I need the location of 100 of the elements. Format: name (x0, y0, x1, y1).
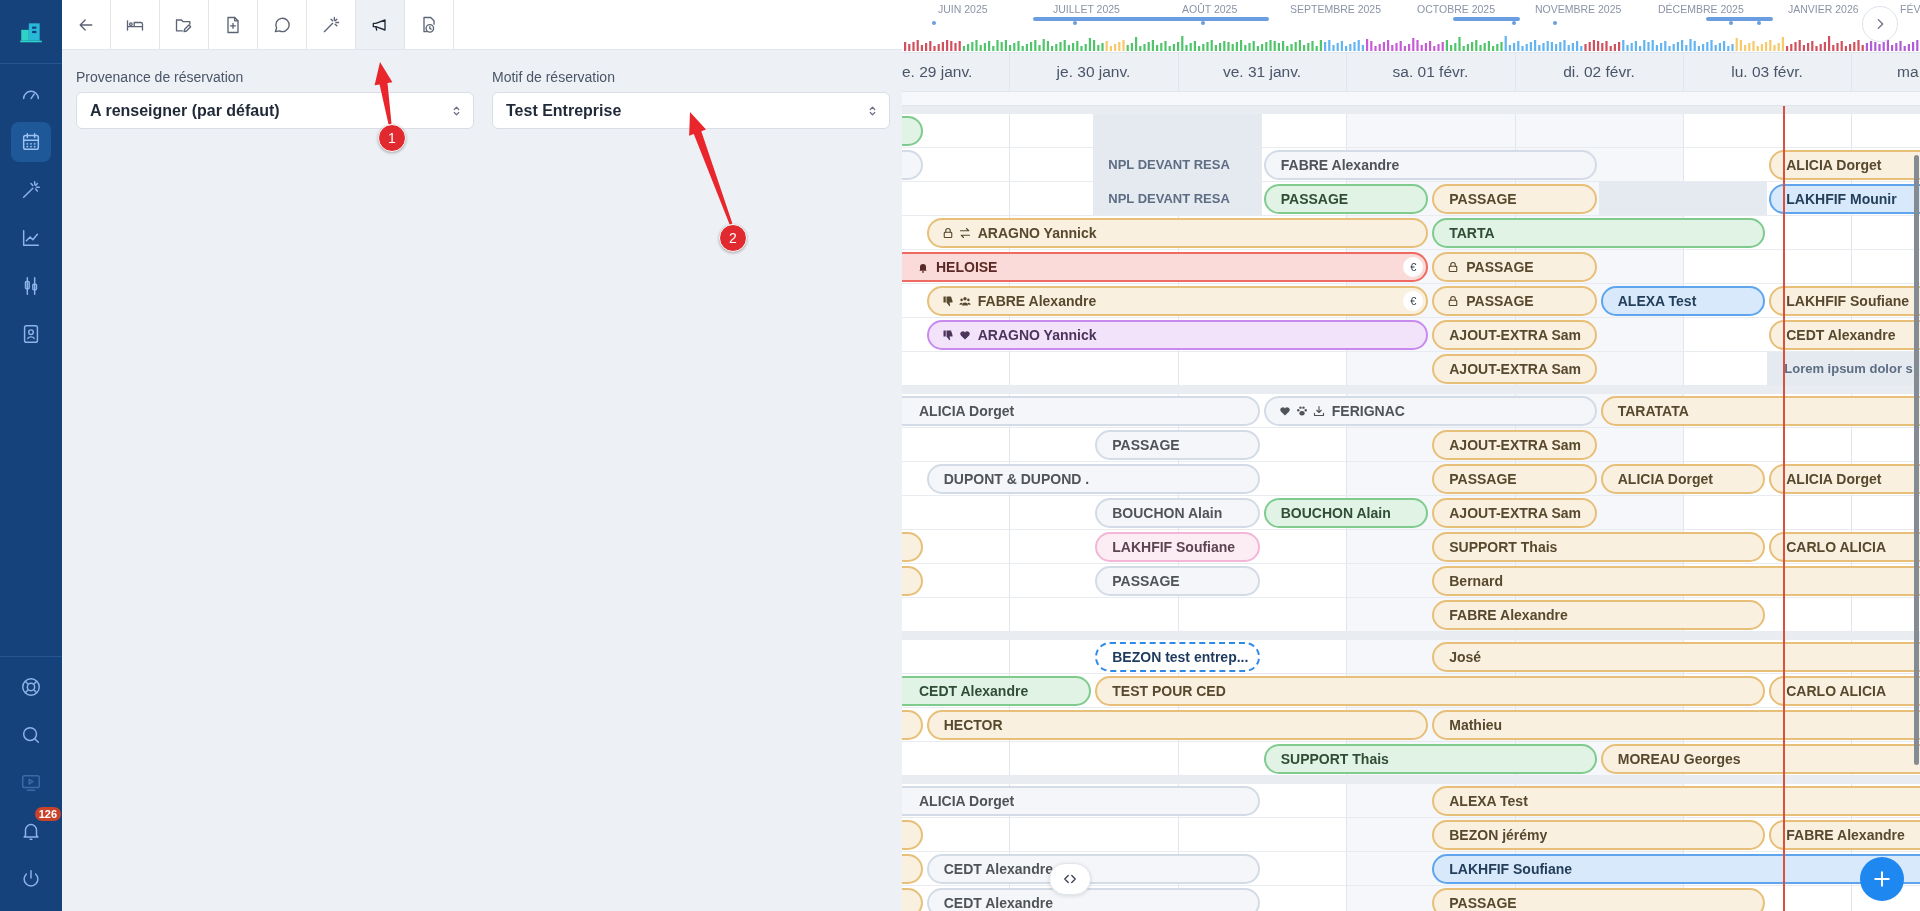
booking-bar[interactable]: HECTOR (926, 710, 1429, 740)
booking-bar[interactable]: ALICIA Dorget (1769, 464, 1920, 494)
select-field[interactable]: Test Entreprise (492, 92, 890, 129)
booking-bar[interactable]: ARAGNO Yannick (926, 218, 1429, 248)
booking-bar[interactable]: CEDT Alexandre (926, 854, 1260, 884)
booking-bar[interactable]: TARTA (1432, 218, 1766, 248)
guest-name: PASSAGE (1112, 437, 1180, 453)
guest-name: DUPONT & DUPOND . (943, 471, 1090, 487)
booking-bar[interactable]: CEDT Alexandre (926, 888, 1260, 911)
guest-name: ALICIA Dorget (1617, 471, 1713, 487)
booking-bar[interactable]: BOUCHON Alain (1095, 498, 1260, 528)
day-header: lu. 03 févr. (1730, 63, 1804, 81)
booking-bar[interactable]: SUPPORT Thais (1432, 532, 1766, 562)
booking-bar[interactable]: FABRE Alexandre (1769, 820, 1920, 850)
guest-name: AJOUT-EXTRA Sam (1449, 505, 1581, 521)
booking-bar[interactable]: LAKHFIF Soufiane (1095, 532, 1260, 562)
guest-name: SUPPORT Thais (1449, 539, 1558, 555)
guest-name: ALICIA Dorget (1786, 471, 1882, 487)
booking-bar[interactable]: FABRE Alexandre (1432, 600, 1766, 630)
booking-bar[interactable]: MOREAU Georges (1600, 744, 1920, 774)
booking-bar[interactable]: LAKHFIF Soufiane (1769, 286, 1920, 316)
booking-bar[interactable]: CARLO ALICIA (1769, 532, 1920, 562)
booking-bar[interactable]: José (1432, 642, 1920, 672)
guest-name: MOREAU Georges (1617, 751, 1741, 767)
guest-name: FERIGNAC (1331, 403, 1405, 419)
booking-bar[interactable]: AJOUT-EXTRA Sam (1432, 320, 1597, 350)
guest-name: ARAGNO Yannick (977, 327, 1097, 343)
guest-name: FABRE Alexandre (1449, 607, 1568, 623)
booking-bar[interactable]: PASSAGE (1095, 566, 1260, 596)
booking-bar[interactable]: LAKHFIF Soufiane (1432, 854, 1920, 884)
booking-bar[interactable]: ARAGNO Yannick (926, 320, 1429, 350)
guest-name: AJOUT-EXTRA Sam (1449, 437, 1581, 453)
guest-name: FABRE Alexandre (1786, 827, 1905, 843)
day-header: sa. 01 févr. (1391, 63, 1470, 81)
payment-badge: € (1403, 291, 1424, 311)
booking-bar[interactable]: CARLO ALICIA (1769, 676, 1920, 706)
guest-name: José (1449, 649, 1482, 665)
day-header: ve. 31 janv. (1221, 63, 1303, 81)
guest-name: PASSAGE (1280, 191, 1349, 207)
notification-count: 126 (34, 807, 61, 821)
booking-bar[interactable]: SUPPORT Thais (1263, 744, 1597, 774)
booking-bar[interactable]: CEDT Alexandre (1769, 320, 1920, 350)
booking-bar[interactable]: ALICIA Dorget (1600, 464, 1766, 494)
guest-name: ALEXA Test (1449, 793, 1528, 809)
guest-name: PASSAGE (1112, 573, 1180, 589)
booking-bar[interactable]: AJOUT-EXTRA Sam (1432, 498, 1597, 528)
booking-bar[interactable]: FABRE Alexandre (1263, 150, 1597, 180)
guest-name: PASSAGE (1466, 259, 1534, 275)
booking-bar[interactable]: FERIGNAC (1263, 396, 1597, 426)
day-header: je. 30 janv. (1055, 63, 1132, 81)
guest-name: CEDT Alexandre (943, 861, 1053, 877)
booking-bar[interactable]: BEZON jérémy (1432, 820, 1766, 850)
booking-bar[interactable]: Bernard (1432, 566, 1920, 596)
booking-bar[interactable]: ALICIA Dorget (1769, 150, 1920, 180)
booking-bar[interactable]: FABRE Alexandre € (926, 286, 1429, 316)
booking-bar[interactable]: AJOUT-EXTRA Sam (1432, 354, 1597, 384)
guest-name: CARLO ALICIA (1786, 683, 1887, 699)
booking-bar[interactable]: PASSAGE (1432, 286, 1597, 316)
guest-name: PASSAGE (1449, 471, 1517, 487)
day-header: ma (1897, 63, 1919, 81)
day-header: di. 02 févr. (1562, 63, 1636, 81)
guest-name: TEST POUR CED (1112, 683, 1226, 699)
guest-name: FABRE Alexandre (1280, 157, 1400, 173)
booking-bar[interactable]: ALEXA Test (1600, 286, 1766, 316)
guest-name: CEDT Alexandre (1786, 327, 1896, 343)
booking-bar[interactable]: AJOUT-EXTRA Sam (1432, 430, 1597, 460)
guest-name: LAKHFIF Soufiane (1112, 539, 1236, 555)
booking-bar[interactable]: PASSAGE (1432, 464, 1597, 494)
day-header: e. 29 janv. (902, 63, 974, 81)
booking-bar[interactable]: PASSAGE (1263, 184, 1429, 214)
guest-name: CARLO ALICIA (1786, 539, 1887, 555)
booking-bar[interactable]: BOUCHON Alain (1263, 498, 1429, 528)
booking-bar[interactable]: DUPONT & DUPOND . (926, 464, 1260, 494)
guest-name: ALICIA Dorget (919, 793, 1015, 809)
guest-name: PASSAGE (1449, 191, 1517, 207)
booking-bar[interactable]: ALICIA Dorget (902, 396, 1260, 426)
guest-name: LAKHFIF Mounir (1786, 191, 1897, 207)
booking-bar[interactable]: PASSAGE (1432, 184, 1597, 214)
booking-bar[interactable]: HELOISE € (902, 252, 1429, 282)
guest-name: CEDT Alexandre (943, 895, 1053, 911)
guest-name: BOUCHON Alain (1280, 505, 1391, 521)
guest-name: ALICIA Dorget (1786, 157, 1882, 173)
booking-bar[interactable]: TEST POUR CED (1095, 676, 1766, 706)
booking-bar[interactable]: ALEXA Test (1432, 786, 1920, 816)
booking-bar[interactable]: ALICIA Dorget (902, 786, 1260, 816)
guest-name: Mathieu (1449, 717, 1503, 733)
field-label: Motif de réservation (492, 69, 616, 85)
blocked-note: Lorem ipsum dolor s (1784, 361, 1913, 376)
booking-bar[interactable]: Mathieu (1432, 710, 1920, 740)
guest-name: CEDT Alexandre (919, 683, 1029, 699)
booking-bar[interactable]: PASSAGE (1432, 252, 1597, 282)
guest-name: ARAGNO Yannick (977, 225, 1097, 241)
guest-name: BOUCHON Alain (1112, 505, 1223, 521)
booking-bar[interactable]: TARATATA (1600, 396, 1920, 426)
booking-bar[interactable]: PASSAGE (1095, 430, 1260, 460)
booking-bar[interactable]: LAKHFIF Mounir (1769, 184, 1920, 214)
booking-bar[interactable]: PASSAGE (1432, 888, 1766, 911)
select-field[interactable]: A renseigner (par défaut) (76, 92, 474, 129)
booking-bar[interactable]: BEZON test entrep... (1095, 642, 1260, 672)
booking-bar[interactable]: CEDT Alexandre (902, 676, 1092, 706)
